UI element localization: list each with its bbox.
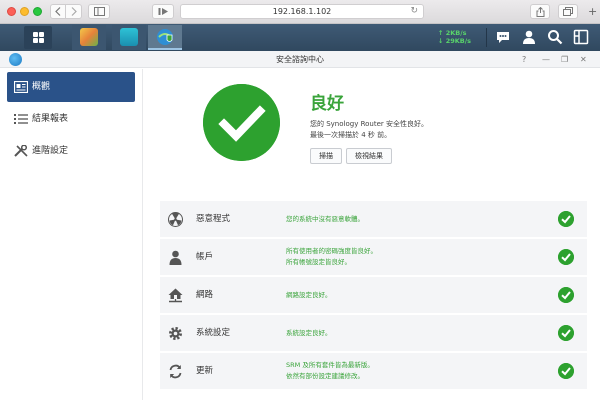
check-row-system[interactable]: 系統設定 系統設定良好。	[160, 315, 587, 352]
taskbar-app-1[interactable]	[72, 25, 106, 50]
help-icon[interactable]: ?	[522, 53, 526, 66]
check-desc: 所有帳號設定皆良好。	[286, 258, 351, 266]
refresh-icon	[169, 364, 182, 379]
download-arrow-icon: ↓	[438, 37, 444, 45]
url-text: 192.168.1.102	[272, 7, 332, 16]
ok-check-icon	[558, 211, 574, 227]
zoom-window-button[interactable]	[33, 7, 42, 16]
overview-card-icon	[14, 81, 28, 93]
view-results-button[interactable]: 檢視結果	[346, 148, 392, 164]
user-icon[interactable]	[521, 29, 537, 45]
close-window-button[interactable]	[7, 7, 16, 16]
check-desc: SRM 及所有套件皆為最新版。	[286, 361, 374, 369]
download-speed: 29KB/s	[445, 37, 471, 45]
security-advisor-icon	[157, 29, 173, 45]
tabs-icon	[563, 7, 573, 16]
check-name: 帳戶	[196, 252, 214, 262]
reader-icon	[158, 8, 168, 15]
search-icon[interactable]	[547, 29, 563, 45]
check-name: 更新	[196, 366, 214, 376]
network-speed: ↑ 2KB/s ↓ 29KB/s	[438, 29, 471, 45]
ok-check-icon	[558, 287, 574, 303]
browser-toolbar: 192.168.1.102 ↻ +	[0, 0, 600, 24]
check-desc: 依然有部份設定建議修改。	[286, 372, 364, 380]
photo-app-icon	[80, 28, 98, 46]
list-icon	[14, 114, 28, 124]
sidebar-toggle-button[interactable]	[88, 4, 110, 19]
security-checklist: 惡意程式 您的系統中沒有惡意軟體。 帳戶 所有使用者的密碼強度皆良好。 所有帳號…	[160, 201, 587, 390]
sidebar-icon	[93, 7, 105, 16]
check-desc: 系統設定良好。	[286, 329, 332, 337]
back-button[interactable]	[50, 4, 66, 19]
nav-item-advanced[interactable]: 進階設定	[7, 136, 135, 166]
check-row-update[interactable]: 更新 SRM 及所有套件皆為最新版。 依然有部份設定建議修改。	[160, 353, 587, 390]
check-name: 惡意程式	[196, 214, 231, 224]
monitor-app-icon	[120, 28, 138, 46]
upload-arrow-icon: ↑	[438, 29, 444, 37]
nav-label-report: 結果報表	[32, 114, 69, 124]
widgets-icon[interactable]	[573, 29, 589, 45]
scan-button[interactable]: 掃描	[310, 148, 342, 164]
status-title: 良好	[310, 94, 344, 114]
ok-check-icon	[558, 363, 574, 379]
taskbar-app-2[interactable]	[112, 25, 146, 50]
house-network-icon	[168, 288, 183, 303]
dsm-taskbar: ↑ 2KB/s ↓ 29KB/s	[0, 24, 600, 51]
ok-check-icon	[558, 249, 574, 265]
check-desc: 您的系統中沒有惡意軟體。	[286, 215, 364, 223]
user-icon	[169, 250, 182, 265]
nav-label-advanced: 進階設定	[32, 146, 69, 156]
reload-icon[interactable]: ↻	[410, 5, 418, 18]
chevron-right-icon	[71, 7, 77, 16]
last-scan-time: 最後一次掃描於 4 秒 前。	[310, 131, 392, 139]
check-name: 網路	[196, 290, 214, 300]
chevron-left-icon	[55, 7, 61, 16]
check-row-network[interactable]: 網路 網路設定良好。	[160, 277, 587, 314]
radiation-icon	[168, 212, 183, 227]
check-name: 系統設定	[196, 328, 231, 338]
nav-item-report[interactable]: 結果報表	[7, 104, 135, 134]
restore-icon[interactable]: ❐	[561, 53, 568, 66]
share-button[interactable]	[530, 4, 550, 19]
window-title-bar[interactable]: 安全諮詢中心 ? — ❐ ✕	[0, 51, 600, 68]
check-desc: 網路設定良好。	[286, 291, 332, 299]
main-menu-button[interactable]	[24, 26, 52, 49]
reader-button[interactable]	[152, 4, 174, 19]
forward-button[interactable]	[66, 4, 82, 19]
new-tab-button[interactable]: +	[588, 4, 597, 19]
minimize-window-button[interactable]	[20, 7, 29, 16]
upload-speed: 2KB/s	[445, 29, 467, 37]
status-good-check-icon	[203, 84, 280, 161]
check-row-account[interactable]: 帳戶 所有使用者的密碼強度皆良好。 所有帳號設定皆良好。	[160, 239, 587, 276]
tabs-button[interactable]	[558, 4, 578, 19]
share-icon	[536, 7, 544, 17]
chat-icon[interactable]	[495, 29, 511, 45]
ok-check-icon	[558, 325, 574, 341]
nav-item-overview[interactable]: 概觀	[7, 72, 135, 102]
check-row-malware[interactable]: 惡意程式 您的系統中沒有惡意軟體。	[160, 201, 587, 238]
close-icon[interactable]: ✕	[580, 53, 587, 66]
tools-icon	[14, 145, 28, 157]
check-desc: 所有使用者的密碼強度皆良好。	[286, 247, 377, 255]
minimize-icon[interactable]: —	[542, 53, 550, 66]
left-navigation: 概觀 結果報表 進階設定	[0, 69, 143, 400]
grid-icon	[33, 32, 44, 43]
window-title: 安全諮詢中心	[276, 55, 324, 64]
status-summary: 您的 Synology Router 安全性良好。	[310, 120, 428, 128]
taskbar-divider	[486, 28, 487, 47]
taskbar-app-security[interactable]	[148, 25, 182, 50]
nav-label-overview: 概觀	[32, 82, 51, 92]
address-bar[interactable]: 192.168.1.102 ↻	[180, 4, 424, 19]
gear-icon	[169, 327, 182, 340]
